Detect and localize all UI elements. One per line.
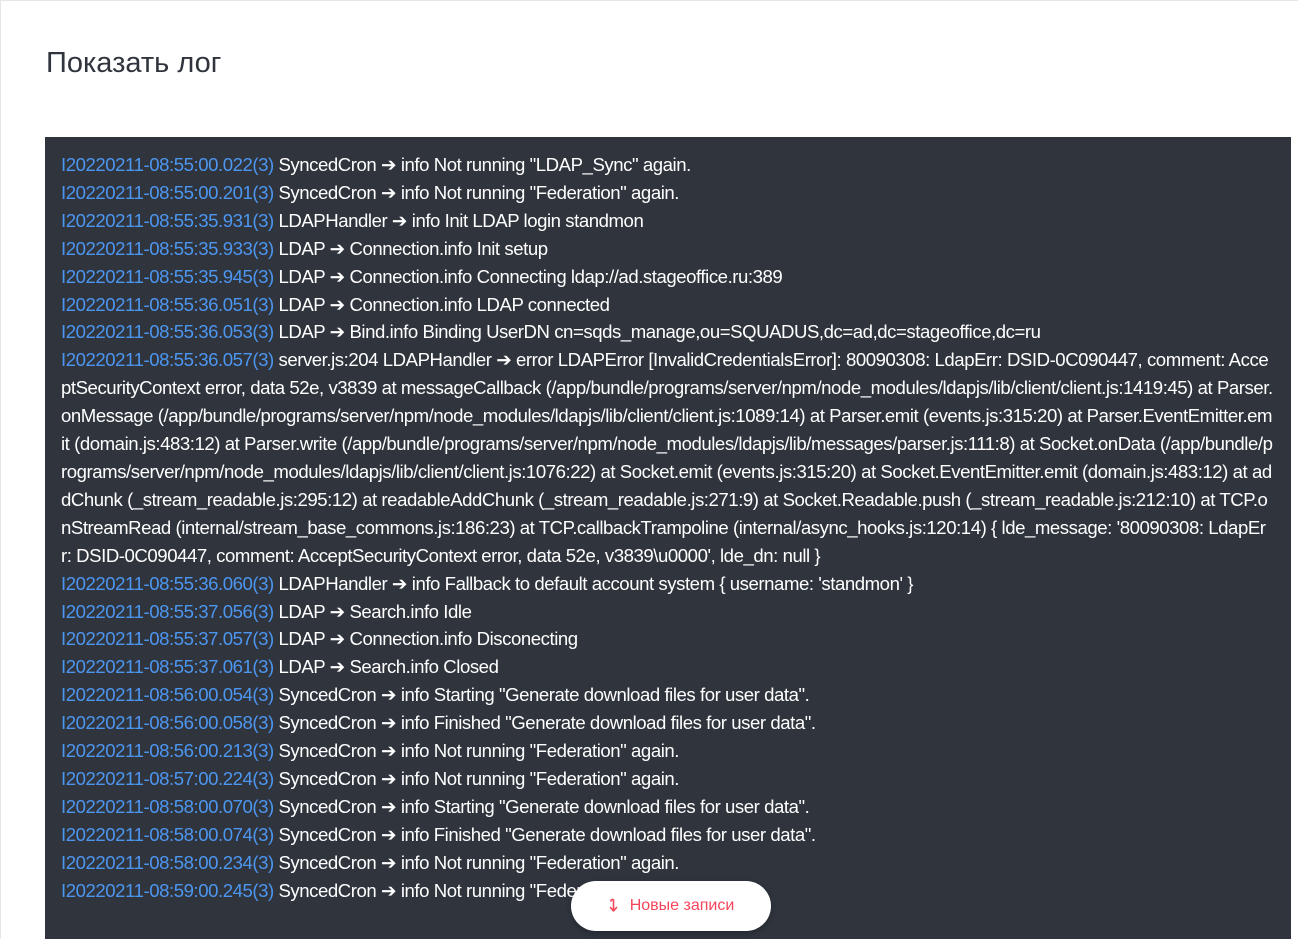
log-timestamp: I20220211-08:58:00.234(3) [61,851,274,873]
log-timestamp: I20220211-08:57:00.224(3) [61,767,274,789]
log-line: I20220211-08:55:35.931(3) LDAPHandler ➔ … [61,207,1275,235]
log-timestamp: I20220211-08:55:35.945(3) [61,265,274,287]
log-message: LDAP ➔ Connection.info Init setup [273,237,548,259]
log-line: I20220211-08:55:37.057(3) LDAP ➔ Connect… [61,625,1275,653]
log-timestamp: I20220211-08:55:00.022(3) [61,154,274,175]
page-title: Показать лог [46,47,222,79]
log-line: I20220211-08:56:00.058(3) SyncedCron ➔ i… [61,709,1275,737]
log-message: SyncedCron ➔ info Finished "Generate dow… [273,823,816,845]
log-line: I20220211-08:58:00.234(3) SyncedCron ➔ i… [61,849,1275,877]
log-message: LDAPHandler ➔ info Fallback to default a… [273,572,914,594]
log-message: LDAP ➔ Search.info Closed [273,656,499,678]
log-timestamp: I20220211-08:56:00.213(3) [61,740,274,762]
log-timestamp: I20220211-08:56:00.054(3) [61,684,274,706]
log-message: LDAPHandler ➔ info Init LDAP login stand… [273,209,644,231]
log-timestamp: I20220211-08:55:00.201(3) [61,181,274,203]
log-message: LDAP ➔ Connection.info Connecting ldap:/… [273,265,783,287]
arrow-down-icon [608,898,622,914]
log-timestamp: I20220211-08:55:36.060(3) [61,572,274,594]
log-timestamp: I20220211-08:55:35.931(3) [61,209,274,231]
log-message: LDAP ➔ Connection.info Disconecting [273,628,578,650]
log-message: SyncedCron ➔ info Finished "Generate dow… [273,712,816,734]
log-timestamp: I20220211-08:55:36.053(3) [61,321,274,343]
log-line: I20220211-08:58:00.074(3) SyncedCron ➔ i… [61,821,1275,849]
log-line: I20220211-08:55:00.022(3) SyncedCron ➔ i… [61,151,1275,179]
log-message: SyncedCron ➔ info Not running "Federatio… [273,740,680,762]
new-records-button[interactable]: Новые записи [571,881,771,931]
log-line: I20220211-08:55:35.933(3) LDAP ➔ Connect… [61,235,1275,263]
log-message: LDAP ➔ Search.info Idle [273,600,472,622]
log-message: SyncedCron ➔ info Not running "Federatio… [273,767,680,789]
log-line: I20220211-08:56:00.213(3) SyncedCron ➔ i… [61,737,1275,765]
log-timestamp: I20220211-08:55:35.933(3) [61,237,274,259]
log-timestamp: I20220211-08:55:37.057(3) [61,628,274,650]
log-message: SyncedCron ➔ info Not running "Federatio… [273,181,680,203]
log-message: server.js:204 LDAPHandler ➔ error LDAPEr… [61,349,1273,566]
log-message: SyncedCron ➔ info Starting "Generate dow… [273,795,810,817]
new-records-label: Новые записи [629,897,735,914]
log-message: SyncedCron ➔ info Not running "Federatio… [273,851,680,873]
log-line: I20220211-08:55:36.060(3) LDAPHandler ➔ … [61,570,1275,598]
log-line: I20220211-08:55:35.945(3) LDAP ➔ Connect… [61,263,1275,291]
log-message: LDAP ➔ Bind.info Binding UserDN cn=sqds_… [273,321,1041,343]
log-message: SyncedCron ➔ info Starting "Generate dow… [273,684,810,706]
log-timestamp: I20220211-08:58:00.070(3) [61,795,274,817]
log-message: SyncedCron ➔ info Not running "LDAP_Sync… [273,154,691,175]
log-line: I20220211-08:55:36.053(3) LDAP ➔ Bind.in… [61,318,1275,346]
log-line: I20220211-08:55:37.061(3) LDAP ➔ Search.… [61,653,1275,681]
log-line: I20220211-08:58:00.070(3) SyncedCron ➔ i… [61,793,1275,821]
log-timestamp: I20220211-08:55:36.057(3) [61,349,274,371]
admin-log-page: Показать лог I20220211-08:55:00.022(3) S… [0,0,1298,939]
log-timestamp: I20220211-08:58:00.074(3) [61,823,274,845]
log-panel[interactable]: I20220211-08:55:00.022(3) SyncedCron ➔ i… [45,137,1291,939]
log-message: LDAP ➔ Connection.info LDAP connected [273,293,610,315]
log-line: I20220211-08:55:36.057(3) server.js:204 … [61,346,1275,569]
log-line: I20220211-08:55:36.051(3) LDAP ➔ Connect… [61,291,1275,319]
log-timestamp: I20220211-08:55:37.061(3) [61,656,274,678]
log-timestamp: I20220211-08:56:00.058(3) [61,712,274,734]
log-line: I20220211-08:57:00.224(3) SyncedCron ➔ i… [61,765,1275,793]
log-timestamp: I20220211-08:55:37.056(3) [61,600,274,622]
log-line: I20220211-08:55:00.201(3) SyncedCron ➔ i… [61,179,1275,207]
log-timestamp: I20220211-08:59:00.245(3) [61,879,274,901]
log-line: I20220211-08:55:37.056(3) LDAP ➔ Search.… [61,598,1275,626]
log-timestamp: I20220211-08:55:36.051(3) [61,293,274,315]
log-line: I20220211-08:56:00.054(3) SyncedCron ➔ i… [61,681,1275,709]
